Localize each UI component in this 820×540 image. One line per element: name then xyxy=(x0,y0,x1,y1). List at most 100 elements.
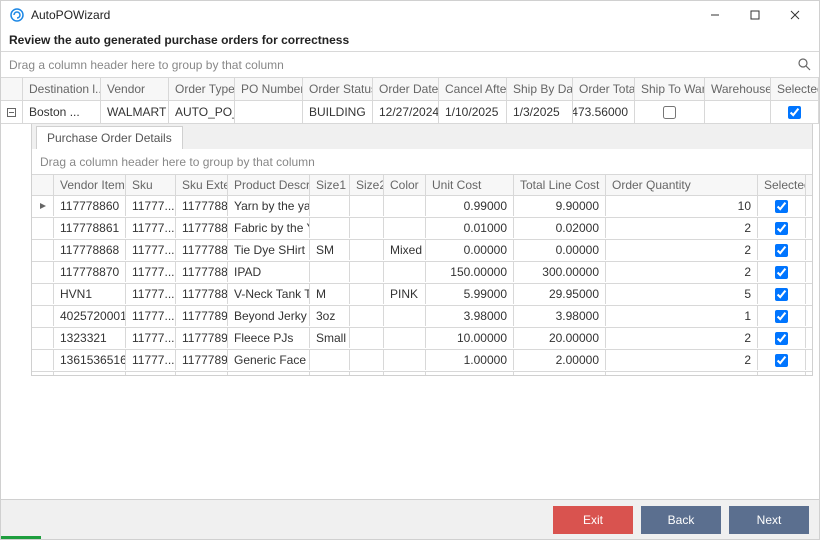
dc-sel[interactable] xyxy=(758,328,806,348)
dcol-color[interactable]: Color xyxy=(384,175,426,195)
dc-color xyxy=(384,218,426,238)
dc-sel[interactable] xyxy=(758,218,806,238)
col-selected[interactable]: Selected xyxy=(771,78,819,100)
detail-row[interactable]: 11777887011777...1177788...IPAD150.00000… xyxy=(32,262,812,284)
col-total[interactable]: Order Total xyxy=(573,78,635,100)
dc-color xyxy=(384,350,426,370)
detail-group-hint: Drag a column header here to group by th… xyxy=(40,155,315,169)
cell-shipto[interactable] xyxy=(635,101,705,123)
dcol-sel[interactable]: Selected xyxy=(758,175,806,195)
group-by-bar[interactable]: Drag a column header here to group by th… xyxy=(1,52,819,78)
dc-unit: 3.98000 xyxy=(426,306,514,326)
row-selected-checkbox[interactable] xyxy=(775,244,788,257)
dc-sel[interactable] xyxy=(758,306,806,326)
dc-qty: 2 xyxy=(606,350,758,370)
search-icon[interactable] xyxy=(797,57,811,74)
titlebar: AutoPOWizard xyxy=(1,1,819,29)
row-indicator xyxy=(32,350,54,370)
dc-total: 2.00000 xyxy=(514,350,606,370)
dc-sku: 11777... xyxy=(126,262,176,282)
col-cancel[interactable]: Cancel After... xyxy=(439,78,507,100)
dcol-s2[interactable]: Size2 xyxy=(350,175,384,195)
detail-row[interactable]: 11777886111777...1177788...Fabric by the… xyxy=(32,218,812,240)
dcol-s1[interactable]: Size1 xyxy=(310,175,350,195)
next-button[interactable]: Next xyxy=(729,506,809,534)
col-shipby[interactable]: Ship By Date xyxy=(507,78,573,100)
row-selected-checkbox[interactable] xyxy=(775,222,788,235)
row-indicator xyxy=(32,262,54,282)
master-row[interactable]: Boston ... WALMART AUTO_PO_... BUILDING … xyxy=(1,101,819,124)
dc-s2 xyxy=(350,306,384,326)
dcol-total[interactable]: Total Line Cost xyxy=(514,175,606,195)
app-icon xyxy=(9,7,25,23)
row-expander[interactable] xyxy=(1,101,23,123)
row-selected-checkbox[interactable] xyxy=(775,310,788,323)
dc-sel[interactable] xyxy=(758,196,806,216)
dc-sel[interactable] xyxy=(758,284,806,304)
exit-button[interactable]: Exit xyxy=(553,506,633,534)
dcol-sku[interactable]: Sku xyxy=(126,175,176,195)
col-orderdate[interactable]: Order Date xyxy=(373,78,439,100)
dc-s2 xyxy=(350,284,384,304)
dc-vendor: 117778860 xyxy=(54,196,126,216)
col-shipto[interactable]: Ship To War... xyxy=(635,78,705,100)
dc-desc: Generic Face M... xyxy=(228,350,310,370)
close-button[interactable] xyxy=(775,2,815,28)
tab-po-details[interactable]: Purchase Order Details xyxy=(36,126,183,149)
dc-s1 xyxy=(310,218,350,238)
detail-row[interactable]: 1361536516...11777...1177789...Generic F… xyxy=(32,350,812,372)
dc-s1 xyxy=(310,372,350,375)
dc-sel[interactable] xyxy=(758,372,806,375)
maximize-button[interactable] xyxy=(735,2,775,28)
dc-desc: Beyond Jerky xyxy=(228,306,310,326)
minimize-button[interactable] xyxy=(695,2,735,28)
footer-bar: Exit Back Next xyxy=(1,499,819,539)
detail-panel: Purchase Order Details Drag a column hea… xyxy=(31,124,813,376)
detail-row[interactable]: 402572000111777...1177789...Beyond Jerky… xyxy=(32,306,812,328)
dc-unit: 1.00000 xyxy=(426,350,514,370)
dc-skuext: 1177789... xyxy=(176,328,228,348)
col-ordertype[interactable]: Order Type xyxy=(169,78,235,100)
dcol-skuext[interactable]: Sku Exte... xyxy=(176,175,228,195)
col-warehouse[interactable]: Warehouse ... xyxy=(705,78,771,100)
dc-skuext: 1177789... xyxy=(176,306,228,326)
col-ponum[interactable]: PO Number xyxy=(235,78,303,100)
row-selected-checkbox[interactable] xyxy=(775,354,788,367)
detail-row[interactable]: 11777886811777...1177788...Tie Dye SHirt… xyxy=(32,240,812,262)
dc-total: 300.00000 xyxy=(514,262,606,282)
back-button[interactable]: Back xyxy=(641,506,721,534)
dc-total: 0.00000 xyxy=(514,240,606,260)
detail-row[interactable]: HVN111777...1177788...V-Neck Tank T...MP… xyxy=(32,284,812,306)
detail-grid[interactable]: Vendor Item... Sku Sku Exte... Product D… xyxy=(32,175,812,375)
col-dest[interactable]: Destination l... xyxy=(23,78,101,100)
row-selected-checkbox[interactable] xyxy=(775,200,788,213)
col-status[interactable]: Order Status xyxy=(303,78,373,100)
row-selected-checkbox[interactable] xyxy=(775,266,788,279)
detail-group-bar[interactable]: Drag a column header here to group by th… xyxy=(32,149,812,175)
dc-s1: SM xyxy=(310,240,350,260)
cell-orderdate: 12/27/2024 xyxy=(373,101,439,123)
dc-sel[interactable] xyxy=(758,240,806,260)
dc-color: Mixed xyxy=(384,240,426,260)
selected-checkbox[interactable] xyxy=(788,106,801,119)
dc-sel[interactable] xyxy=(758,262,806,282)
cell-selected[interactable] xyxy=(771,101,819,123)
row-selected-checkbox[interactable] xyxy=(775,332,788,345)
dcol-unit[interactable]: Unit Cost xyxy=(426,175,514,195)
dc-color xyxy=(384,306,426,326)
dc-desc: IPAD xyxy=(228,262,310,282)
detail-row[interactable]: 11777...1177789...Strawberry Pop...0.000… xyxy=(32,372,812,375)
dc-s2 xyxy=(350,372,384,375)
dcol-vendor[interactable]: Vendor Item... xyxy=(54,175,126,195)
cell-warehouse xyxy=(705,101,771,123)
col-vendor[interactable]: Vendor xyxy=(101,78,169,100)
master-grid[interactable]: Destination l... Vendor Order Type PO Nu… xyxy=(1,78,819,124)
detail-row[interactable]: 11777886011777...1177788...Yarn by the y… xyxy=(32,196,812,218)
row-selected-checkbox[interactable] xyxy=(775,288,788,301)
dcol-desc[interactable]: Product Descri... xyxy=(228,175,310,195)
dc-sel[interactable] xyxy=(758,350,806,370)
detail-row[interactable]: 132332111777...1177789...Fleece PJsSmall… xyxy=(32,328,812,350)
shipto-checkbox[interactable] xyxy=(663,106,676,119)
dc-vendor: 1323321 xyxy=(54,328,126,348)
dcol-qty[interactable]: Order Quantity xyxy=(606,175,758,195)
